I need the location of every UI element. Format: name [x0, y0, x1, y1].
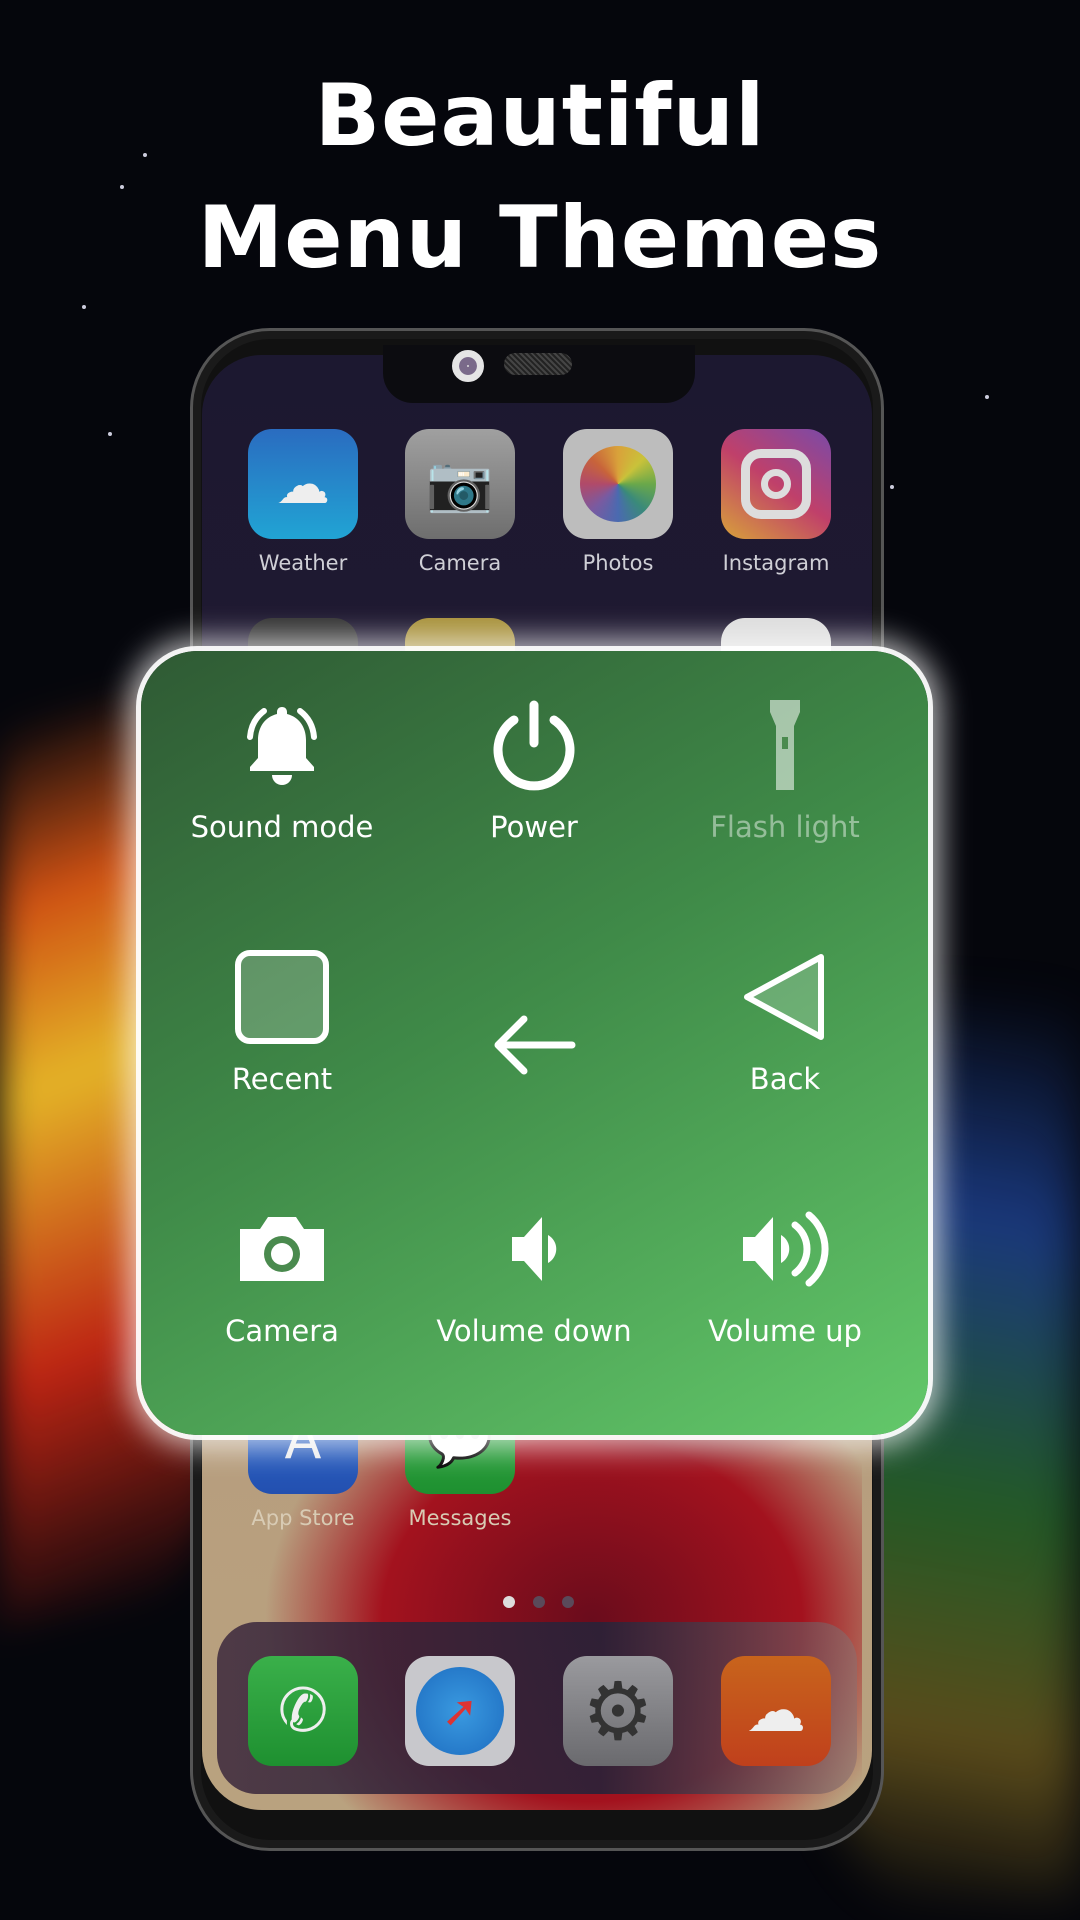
dock-safari[interactable]: ➚ [405, 1656, 515, 1766]
flashlight-icon [660, 690, 910, 800]
app-label: App Store [251, 1506, 355, 1530]
settings-icon: ⚙ [563, 1656, 673, 1766]
menu-item-volume-up[interactable]: Volume up [660, 1194, 910, 1348]
star [890, 485, 894, 489]
app-label: Photos [582, 551, 654, 575]
menu-item-back[interactable]: Back [660, 942, 910, 1096]
camera-icon [157, 1194, 407, 1304]
front-camera [452, 350, 484, 382]
menu-item-label: Sound mode [190, 810, 374, 844]
safari-icon: ➚ [405, 1656, 515, 1766]
soundcloud-icon: ☁ [721, 1656, 831, 1766]
menu-item-sound-mode[interactable]: Sound mode [157, 690, 407, 844]
page-dot-active[interactable] [503, 1596, 515, 1608]
menu-item-center-arrow[interactable] [409, 990, 659, 1110]
app-label: Camera [418, 551, 502, 575]
menu-item-label: Recent [231, 1062, 333, 1096]
star [108, 432, 112, 436]
recent-square-icon [157, 942, 407, 1052]
app-label: Weather [258, 551, 348, 575]
menu-item-label: Camera [225, 1314, 339, 1348]
page-dot[interactable] [562, 1596, 574, 1608]
power-icon [409, 690, 659, 800]
menu-item-label: Volume down [436, 1314, 632, 1348]
star [985, 395, 989, 399]
app-weather[interactable]: ☁ Weather [248, 429, 358, 575]
dock-phone[interactable]: ✆ [248, 1656, 358, 1766]
menu-item-flash-light[interactable]: Flash light [660, 690, 910, 844]
app-camera[interactable]: 📷 Camera [405, 429, 515, 575]
menu-item-camera[interactable]: Camera [157, 1194, 407, 1348]
app-label: Instagram [722, 551, 830, 575]
menu-item-volume-down[interactable]: Volume down [409, 1194, 659, 1348]
volume-down-icon [409, 1194, 659, 1304]
bell-icon [157, 690, 407, 800]
back-triangle-icon [660, 942, 910, 1052]
headline-line2: Menu Themes [197, 188, 883, 288]
menu-item-label: Back [749, 1062, 821, 1096]
menu-item-label: Power [490, 810, 578, 844]
app-photos[interactable]: Photos [563, 429, 673, 575]
star [82, 305, 86, 309]
page-dot[interactable] [533, 1596, 545, 1608]
volume-up-icon [660, 1194, 910, 1304]
arrow-left-icon [409, 990, 659, 1100]
instagram-icon [721, 429, 831, 539]
menu-item-power[interactable]: Power [409, 690, 659, 844]
menu-item-recent[interactable]: Recent [157, 942, 407, 1096]
headline-line1: Beautiful [314, 66, 766, 166]
dock-soundcloud[interactable]: ☁ [721, 1656, 831, 1766]
earpiece-speaker [504, 353, 572, 375]
camera-icon: 📷 [405, 429, 515, 539]
dock-settings[interactable]: ⚙ [563, 1656, 673, 1766]
headline: Beautiful Menu Themes [0, 55, 1080, 299]
menu-item-label: Volume up [708, 1314, 862, 1348]
menu-item-label: Flash light [710, 810, 860, 844]
app-label: Messages [408, 1506, 512, 1530]
app-instagram[interactable]: Instagram [721, 429, 831, 575]
phone-icon: ✆ [248, 1656, 358, 1766]
weather-icon: ☁ [248, 429, 358, 539]
photos-icon [563, 429, 673, 539]
